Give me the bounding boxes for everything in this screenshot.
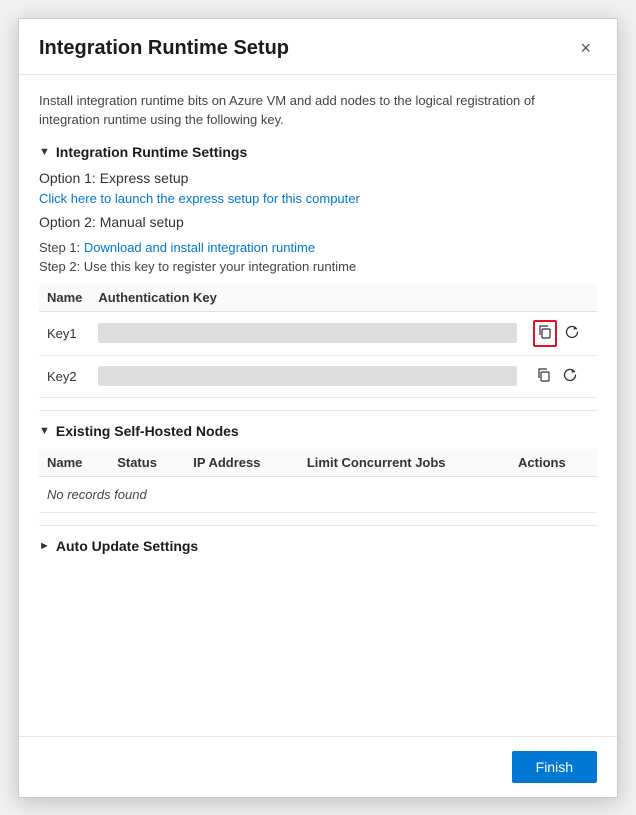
key2-name: Key2 (39, 355, 90, 397)
refresh-icon (562, 367, 578, 383)
existing-nodes-header[interactable]: ▼ Existing Self-Hosted Nodes (39, 423, 597, 439)
key1-name: Key1 (39, 311, 90, 355)
key2-copy-button[interactable] (533, 364, 555, 389)
step1-text: Step 1: Download and install integration… (39, 240, 597, 255)
key1-value-bar (98, 323, 517, 343)
divider-1 (39, 410, 597, 411)
nodes-col-actions: Actions (510, 449, 597, 477)
dialog-description: Install integration runtime bits on Azur… (39, 91, 597, 130)
key2-actions (525, 355, 597, 397)
auto-update-title: Auto Update Settings (56, 538, 198, 554)
integration-runtime-settings-title: Integration Runtime Settings (56, 144, 247, 160)
option1-title: Option 1: Express setup (39, 170, 597, 186)
option1-container: Option 1: Express setup Click here to la… (39, 170, 597, 206)
chevron-down-icon: ▼ (39, 146, 50, 158)
key1-refresh-button[interactable] (561, 321, 583, 346)
nodes-col-status: Status (109, 449, 185, 477)
key2-row: Key2 (39, 355, 597, 397)
option2-title: Option 2: Manual setup (39, 214, 597, 230)
dialog-footer: Finish (19, 736, 617, 797)
finish-button[interactable]: Finish (512, 751, 597, 783)
auto-update-section: ► Auto Update Settings (39, 538, 597, 554)
no-records-row: No records found (39, 476, 597, 512)
key2-value (90, 355, 525, 397)
download-link[interactable]: Download and install integration runtime (84, 240, 315, 255)
auto-update-header[interactable]: ► Auto Update Settings (39, 538, 597, 554)
col-key-header: Authentication Key (90, 284, 525, 312)
dialog-body: Install integration runtime bits on Azur… (19, 75, 617, 736)
auto-update-chevron-right-icon: ► (39, 540, 50, 552)
option2-container: Option 2: Manual setup Step 1: Download … (39, 214, 597, 274)
nodes-col-name: Name (39, 449, 109, 477)
existing-nodes-title: Existing Self-Hosted Nodes (56, 423, 239, 439)
copy-icon (536, 367, 552, 383)
key2-refresh-button[interactable] (559, 364, 581, 389)
dialog-title: Integration Runtime Setup (39, 37, 289, 60)
existing-nodes-section: ▼ Existing Self-Hosted Nodes Name Status… (39, 423, 597, 513)
key1-actions (525, 311, 597, 355)
integration-runtime-settings-header[interactable]: ▼ Integration Runtime Settings (39, 144, 597, 160)
nodes-col-ip: IP Address (185, 449, 299, 477)
nodes-col-limit: Limit Concurrent Jobs (299, 449, 510, 477)
express-setup-link[interactable]: Click here to launch the express setup f… (39, 191, 360, 206)
copy-icon (537, 324, 553, 340)
key1-value (90, 311, 525, 355)
col-name-header: Name (39, 284, 90, 312)
key1-copy-button[interactable] (533, 320, 557, 347)
nodes-table: Name Status IP Address Limit Concurrent … (39, 449, 597, 513)
divider-2 (39, 525, 597, 526)
dialog-header: Integration Runtime Setup × (19, 19, 617, 75)
nodes-chevron-down-icon: ▼ (39, 425, 50, 437)
key2-value-bar (98, 366, 517, 386)
no-records-text: No records found (39, 476, 597, 512)
step2-text: Step 2: Use this key to register your in… (39, 259, 597, 274)
key1-row: Key1 (39, 311, 597, 355)
close-button[interactable]: × (574, 37, 597, 59)
keys-table: Name Authentication Key Key1 (39, 284, 597, 398)
integration-runtime-settings-section: ▼ Integration Runtime Settings Option 1:… (39, 144, 597, 398)
refresh-icon (564, 324, 580, 340)
integration-runtime-dialog: Integration Runtime Setup × Install inte… (18, 18, 618, 798)
